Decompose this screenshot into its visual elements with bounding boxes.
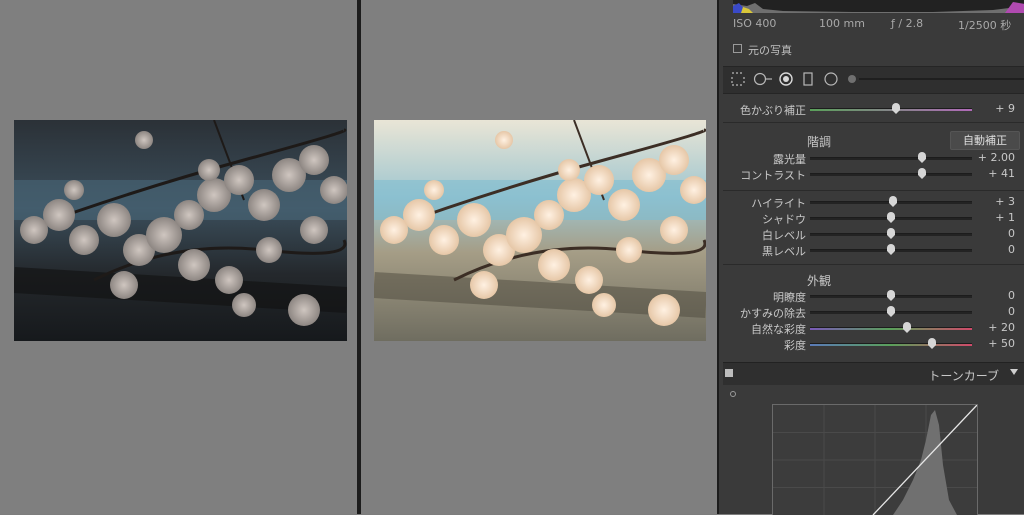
develop-panel: ISO 400 100 mm ƒ / 2.8 1/2500 秒 元の写真 色かぶ… <box>719 0 1024 515</box>
original-photo-toggle[interactable]: 元の写真 <box>733 42 792 58</box>
spot-removal-icon[interactable] <box>753 72 773 86</box>
slider-value[interactable]: + 20 <box>988 321 1015 334</box>
checkbox-icon[interactable] <box>733 44 742 53</box>
tone-slider-row: ハイライト + 3 <box>719 194 1024 210</box>
panel-toggle-icon[interactable] <box>725 369 733 377</box>
red-eye-icon[interactable] <box>779 72 793 86</box>
slider-value[interactable]: + 41 <box>988 167 1015 180</box>
tone-slider-row: 露光量 + 2.00 <box>719 150 1024 166</box>
slider-track[interactable] <box>810 173 972 176</box>
presence-slider-row: 明瞭度 0 <box>719 288 1024 304</box>
before-view-pane <box>0 0 357 514</box>
iso-value: ISO 400 <box>733 17 777 30</box>
slider-track[interactable] <box>810 157 972 160</box>
slider-label: 明瞭度 <box>773 291 806 304</box>
section-divider <box>723 190 1024 191</box>
presence-section-title: 外観 <box>807 274 832 288</box>
tone-curve-graph[interactable] <box>772 404 978 515</box>
slider-label: シャドウ <box>762 213 806 226</box>
slider-value[interactable]: + 50 <box>988 337 1015 350</box>
aperture-value: ƒ / 2.8 <box>891 17 924 30</box>
tone-slider-row: 白レベル 0 <box>719 226 1024 242</box>
tone-curve-title: トーンカーブ <box>928 369 999 383</box>
auto-tone-button[interactable]: 自動補正 <box>950 131 1020 150</box>
before-photo <box>14 120 347 341</box>
slider-value[interactable]: 0 <box>1008 289 1015 302</box>
focal-length-value: 100 mm <box>819 17 865 30</box>
tint-slider-row: 色かぶり補正 + 9 <box>719 101 1024 117</box>
presence-slider-row: かすみの除去 0 <box>719 304 1024 320</box>
slider-label: 白レベル <box>762 229 806 242</box>
slider-value[interactable]: 0 <box>1008 243 1015 256</box>
slider-value[interactable]: 0 <box>1008 305 1015 318</box>
slider-value[interactable]: + 2.00 <box>978 151 1015 164</box>
slider-label: 自然な彩度 <box>751 323 806 336</box>
presence-slider-row: 自然な彩度 + 20 <box>719 320 1024 336</box>
slider-track[interactable] <box>810 327 972 330</box>
shutter-value: 1/2500 秒 <box>958 19 1012 32</box>
tone-curve-header[interactable]: トーンカーブ <box>723 362 1024 385</box>
after-view-pane <box>361 0 717 514</box>
slider-label: かすみの除去 <box>740 307 806 320</box>
tone-slider-row: シャドウ + 1 <box>719 210 1024 226</box>
tool-strip <box>723 66 1024 94</box>
original-photo-label: 元の写真 <box>748 44 792 57</box>
slider-label: 黒レベル <box>762 245 806 258</box>
section-divider <box>723 122 1024 123</box>
collapse-arrow-icon[interactable] <box>1010 369 1018 375</box>
tint-value[interactable]: + 9 <box>995 102 1015 115</box>
graduated-filter-icon[interactable] <box>803 72 813 86</box>
after-photo <box>374 120 706 341</box>
slider-value[interactable]: 0 <box>1008 227 1015 240</box>
slider-label: 彩度 <box>784 339 806 352</box>
slider-label: ハイライト <box>751 197 806 210</box>
tone-section-title: 階調 <box>807 135 832 149</box>
slider-track[interactable] <box>810 343 972 346</box>
section-divider <box>723 264 1024 265</box>
slider-value[interactable]: + 1 <box>995 211 1015 224</box>
targeted-adjustment-icon[interactable] <box>730 391 736 397</box>
tint-label: 色かぶり補正 <box>740 104 806 117</box>
slider-label: コントラスト <box>740 169 806 182</box>
slider-value[interactable]: + 3 <box>995 195 1015 208</box>
radial-filter-icon[interactable] <box>823 72 839 86</box>
tone-slider-row: コントラスト + 41 <box>719 166 1024 182</box>
presence-slider-row: 彩度 + 50 <box>719 336 1024 352</box>
slider-label: 露光量 <box>773 153 806 166</box>
adjustment-brush-icon[interactable] <box>847 72 1024 86</box>
tone-slider-row: 黒レベル 0 <box>719 242 1024 258</box>
crop-overlay-icon[interactable] <box>731 72 745 86</box>
histogram-strip <box>733 0 1024 13</box>
